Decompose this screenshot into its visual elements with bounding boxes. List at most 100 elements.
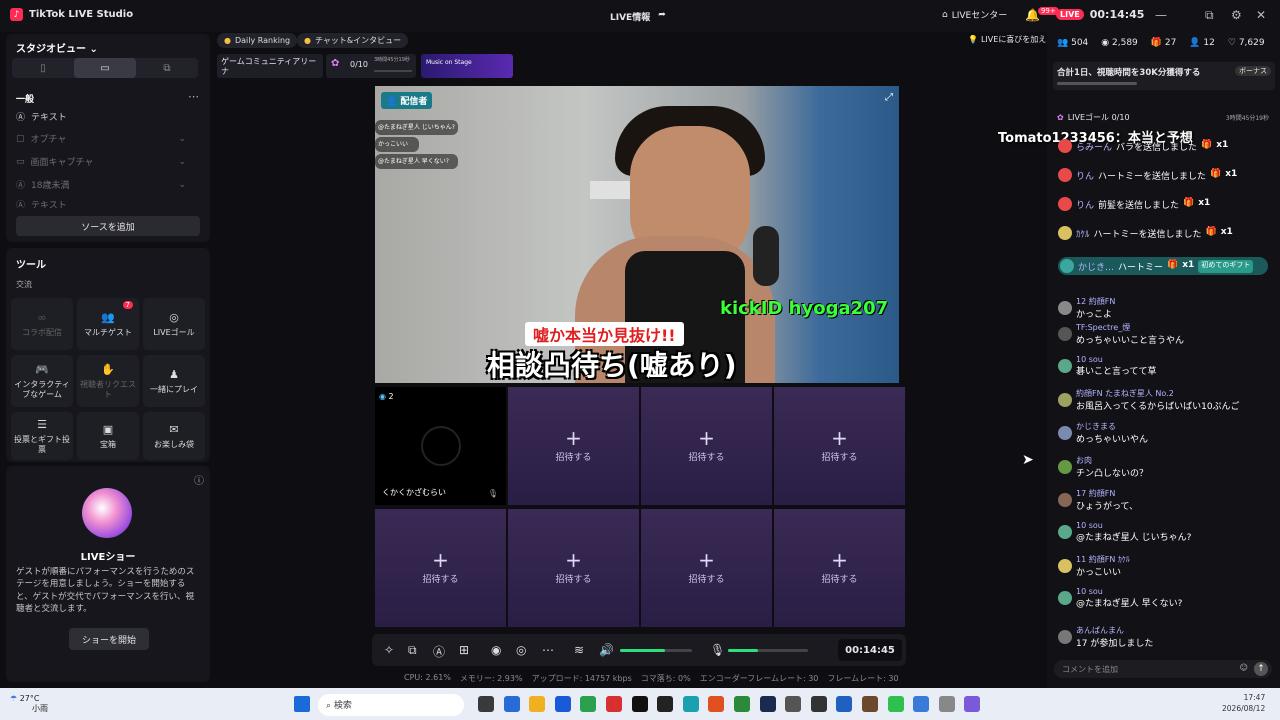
mixer-icon[interactable]: ≋ [574, 643, 584, 657]
daily-ranking-pill[interactable]: ● Daily Ranking [217, 33, 298, 48]
avatar[interactable] [1058, 493, 1072, 507]
main-video-preview[interactable]: 👤 配信者 ⤢ @たまねぎ星人 じいちゃん? かっこいい @たまねぎ星人 早くな… [375, 86, 899, 383]
avatar[interactable] [1058, 226, 1072, 240]
brave-icon[interactable] [708, 696, 725, 712]
taskbar-clock[interactable]: 17:47 2026/08/12 [1222, 693, 1265, 714]
taskbar-search[interactable]: ⌕ 検索 [318, 694, 464, 716]
mic-volume-slider[interactable] [728, 649, 808, 652]
treasure-box-tool[interactable]: ▣ 宝箱 [77, 412, 139, 460]
avatar[interactable] [1058, 168, 1072, 182]
live-info-title[interactable]: LIVE情報 ➦ [610, 10, 666, 23]
comment-input[interactable]: コメントを追加 ☺ ↑ [1054, 660, 1272, 678]
chat-message[interactable]: 17 約顔FN ひょうがって、 [1058, 488, 1268, 512]
gifts-stat[interactable]: 🎁 27 [1151, 38, 1177, 48]
avatar[interactable] [1058, 559, 1072, 573]
live-goal-row[interactable]: ✿ LIVEゴール 0/10 3時間45分19秒 [1057, 112, 1269, 123]
music-banner[interactable]: Music on Stage [421, 54, 513, 78]
collab-tool[interactable]: ∞ コラボ配信 [11, 298, 73, 350]
app-icon[interactable] [785, 696, 802, 712]
avatar[interactable] [1058, 591, 1072, 605]
landscape-layout-icon[interactable]: ▭ [74, 58, 136, 78]
more-icon[interactable]: ⋯ [542, 643, 554, 657]
chat-message[interactable]: 10 sou @たまねぎ星人 早くない? [1058, 587, 1268, 609]
avatar[interactable] [1058, 301, 1072, 315]
viewer-request-tool[interactable]: ✋ 視聴者リクエスト [77, 355, 139, 407]
chat-username[interactable]: あんぱんまん [1076, 625, 1153, 636]
live-center-button[interactable]: ⌂ LIVEセンター [942, 8, 1007, 22]
mic-icon[interactable]: 🎙 [488, 489, 498, 498]
chat-message[interactable]: かじきまる めっちゃいいやん [1058, 421, 1268, 445]
chat-interview-pill[interactable]: ● チャット&インタビュー [297, 33, 409, 48]
avatar[interactable] [1060, 259, 1074, 273]
more-icon[interactable]: ⋯ [188, 90, 199, 103]
game-arena-card[interactable]: ゲームコミュニティアリーナ [217, 54, 323, 78]
chat-message[interactable]: TF:Spectre_煙 めっちゃいいこと言うやん [1058, 322, 1268, 346]
likes-stat[interactable]: ♡ 7,629 [1228, 38, 1265, 48]
avatar[interactable] [1058, 525, 1072, 539]
interactive-game-tool[interactable]: 🎮 インタラクティブなゲーム [11, 355, 73, 407]
microphone-icon[interactable]: 🎙 [710, 643, 725, 657]
live-hint[interactable]: 💡 LIVEに喜びを加え [968, 34, 1046, 45]
avatar[interactable] [1058, 139, 1072, 153]
avatar[interactable] [1058, 327, 1072, 341]
notification-button[interactable]: 🔔 99+ [1025, 7, 1059, 22]
chat-username[interactable]: らみーん [1076, 140, 1112, 153]
chat-username[interactable]: かじき… [1078, 260, 1114, 273]
chat-message[interactable]: りん 前髪を送信しました 🎁 x1 [1058, 197, 1268, 211]
files-icon[interactable] [529, 696, 546, 712]
viewers-stat[interactable]: 👥 504 [1057, 38, 1088, 48]
help-icon[interactable]: ⓘ [194, 472, 204, 487]
live-goal-tool[interactable]: ◎ LIVEゴール [143, 298, 205, 350]
minimize-icon[interactable]: — [1155, 8, 1167, 22]
chat-username[interactable]: ｶｹﾙ [1076, 227, 1090, 240]
chat-message[interactable]: 10 sou 碁いこと言ってて草 [1058, 355, 1268, 377]
invite-slot[interactable]: + 招待する [508, 387, 639, 505]
avatar[interactable] [1058, 630, 1072, 644]
guests-stat[interactable]: 👤 12 [1189, 38, 1215, 48]
portrait-layout-icon[interactable]: ▯ [12, 58, 74, 78]
chat-message[interactable]: らみーん バラを送信しました 🎁 x1 [1058, 139, 1268, 153]
terminal-icon[interactable] [657, 696, 674, 712]
invite-slot[interactable]: + 招待する [641, 509, 772, 627]
source-item[interactable]: Ⓐ 18歳未満 ⌄ [16, 178, 186, 192]
app-icon[interactable] [836, 696, 853, 712]
task-view-icon[interactable] [478, 696, 494, 712]
avatar[interactable] [1058, 197, 1072, 211]
source-item[interactable]: ▭ 画面キャプチャ ⌄ [16, 155, 186, 169]
send-icon[interactable]: ↑ [1254, 662, 1268, 676]
chat-username[interactable]: 約顔FN たまねぎ星人 No.2 [1076, 388, 1240, 399]
daily-goal-banner[interactable]: 合計1日、視聴時間を30K分獲得する ボーナス [1053, 62, 1275, 90]
emoji-icon[interactable]: ☺ [1240, 663, 1248, 672]
invite-slot[interactable]: + 招待する [508, 509, 639, 627]
chat-username[interactable]: りん [1076, 169, 1094, 182]
chat-username[interactable]: お肉 [1076, 455, 1148, 466]
app-icon[interactable] [734, 696, 750, 712]
app-icon[interactable] [682, 696, 699, 712]
expand-icon[interactable]: ⤢ [885, 92, 893, 103]
add-source-button[interactable]: ソースを追加 [16, 216, 200, 236]
add-media-icon[interactable]: ⊞ [459, 643, 469, 657]
chat-username[interactable]: りん [1076, 198, 1094, 211]
speaker-icon[interactable]: 🔊 [599, 643, 614, 657]
avatar[interactable] [1058, 460, 1072, 474]
chat-message[interactable]: かじき… ハートミー 🎁 x1 初めてのギフト [1058, 257, 1268, 275]
close-icon[interactable]: ✕ [1256, 8, 1266, 22]
discord-icon[interactable] [964, 696, 981, 712]
poll-tool[interactable]: ☰ 投票とギフト投票 [11, 412, 73, 460]
app-icon[interactable] [606, 696, 622, 712]
chat-message[interactable]: 約顔FN たまねぎ星人 No.2 お風呂入ってくるからばいばい10ぷんご [1058, 388, 1268, 412]
source-item[interactable]: ▢ オプチャ ⌄ [16, 132, 186, 146]
views-stat[interactable]: ◉ 2,589 [1101, 38, 1138, 48]
avatar[interactable] [1058, 426, 1072, 440]
steam-icon[interactable] [759, 696, 776, 712]
chat-message[interactable]: あんぱんまん 17 が参加しました [1058, 625, 1268, 649]
store-icon[interactable] [554, 696, 571, 712]
invite-slot[interactable]: + 招待する [641, 387, 772, 505]
chat-username[interactable]: 10 sou [1076, 587, 1182, 596]
share-icon[interactable]: ➦ [658, 10, 666, 23]
scene-icon[interactable]: ⧉ [408, 643, 417, 658]
chat-message[interactable]: 12 約顔FN かっこよ [1058, 296, 1268, 320]
settings-icon[interactable] [938, 696, 955, 712]
app-icon[interactable] [913, 696, 930, 712]
speaker-volume-slider[interactable] [620, 649, 692, 652]
